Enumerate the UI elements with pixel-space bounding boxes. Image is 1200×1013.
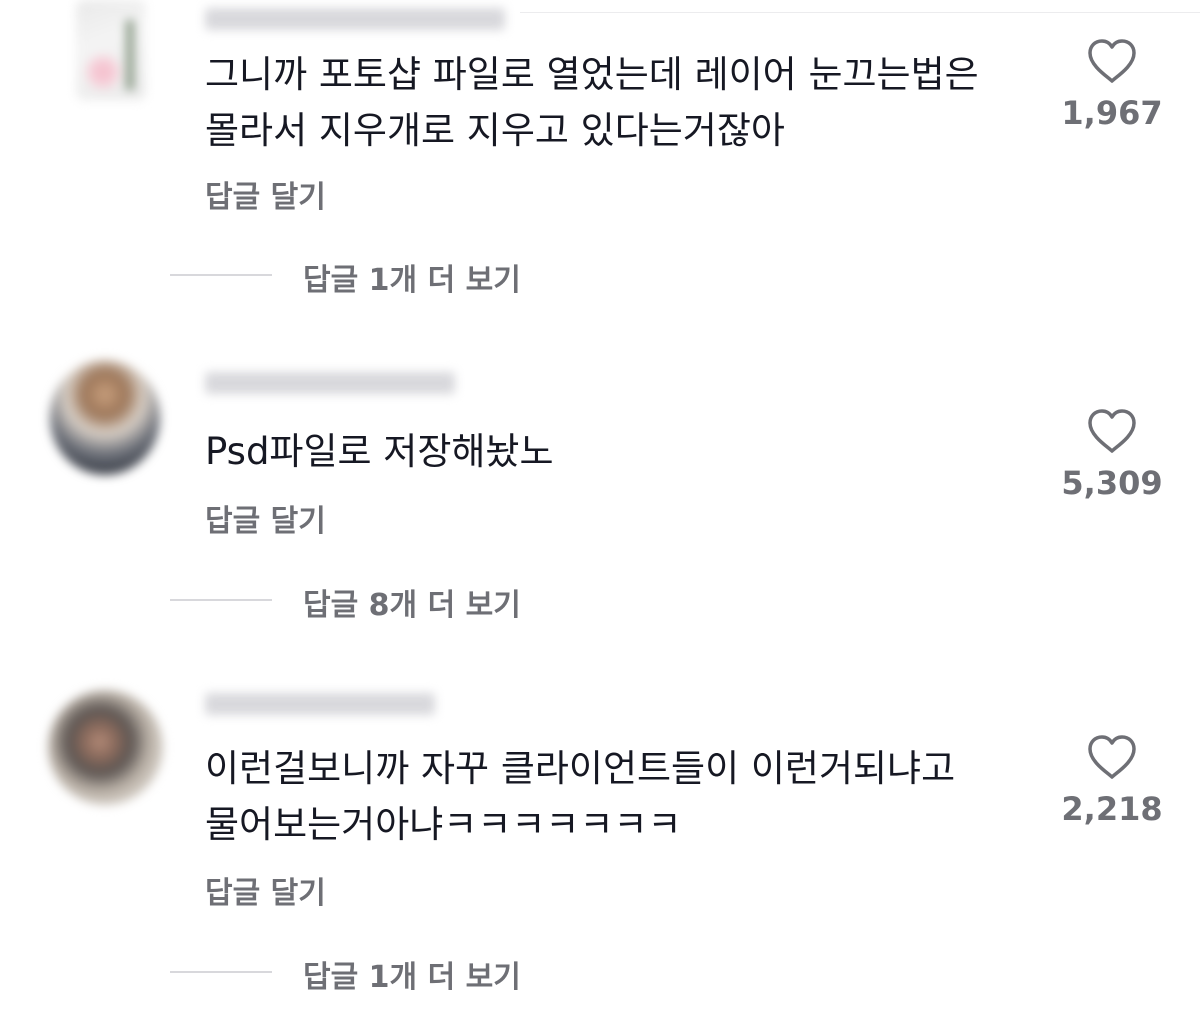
view-more-replies-button[interactable]: 답글 8개 더 보기	[303, 580, 521, 624]
username[interactable]	[205, 693, 435, 715]
comment-text-line: 그니까 포토샵 파일로 열었는데 레이어 눈끄는법은	[205, 53, 979, 96]
view-more-replies: 답글 1개 더 보기	[0, 255, 1200, 298]
heart-outline-icon[interactable]	[1086, 408, 1138, 454]
comment-text-line: 몰라서 지우개로 지우고 있다는거잖아	[205, 109, 785, 152]
heart-outline-icon[interactable]	[1086, 38, 1138, 84]
view-more-replies: 답글 1개 더 보기	[0, 952, 1200, 995]
view-more-replies-button[interactable]: 답글 1개 더 보기	[303, 952, 521, 996]
like-count: 1,967	[1061, 94, 1163, 132]
divider-line	[170, 599, 272, 601]
reply-button[interactable]: 답글 달기	[205, 496, 326, 540]
like-count: 5,309	[1061, 464, 1163, 502]
comment-text: Psd파일로 저장해놨노	[205, 424, 554, 480]
like-count: 2,218	[1061, 790, 1163, 828]
comment-text-line: Psd파일로 저장해놨노	[205, 430, 554, 473]
like-block: 2,218	[1047, 734, 1177, 828]
divider-line	[170, 274, 272, 276]
view-more-replies: 답글 8개 더 보기	[0, 580, 1200, 623]
comment-text: 그니까 포토샵 파일로 열었는데 레이어 눈끄는법은 몰라서 지우개로 지우고 …	[205, 47, 979, 159]
username[interactable]	[205, 372, 455, 394]
comment-text: 이런걸보니까 자꾸 클라이언트들이 이런거되냐고 물어보는거아냐ㅋㅋㅋㅋㅋㅋㅋ	[205, 741, 955, 853]
divider-line	[170, 971, 272, 973]
avatar[interactable]	[76, 0, 146, 100]
reply-button[interactable]: 답글 달기	[205, 172, 326, 216]
like-block: 5,309	[1047, 408, 1177, 502]
comment-text-line: 이런걸보니까 자꾸 클라이언트들이 이런거되냐고	[205, 747, 956, 790]
reply-button[interactable]: 답글 달기	[205, 868, 326, 912]
avatar[interactable]	[48, 690, 163, 805]
like-block: 1,967	[1047, 38, 1177, 132]
heart-outline-icon[interactable]	[1086, 734, 1138, 780]
top-divider	[520, 12, 1200, 13]
username[interactable]	[205, 8, 505, 30]
avatar[interactable]	[50, 360, 160, 475]
comment-text-line: 물어보는거아냐ㅋㅋㅋㅋㅋㅋㅋ	[205, 803, 682, 846]
view-more-replies-button[interactable]: 답글 1개 더 보기	[303, 255, 521, 299]
